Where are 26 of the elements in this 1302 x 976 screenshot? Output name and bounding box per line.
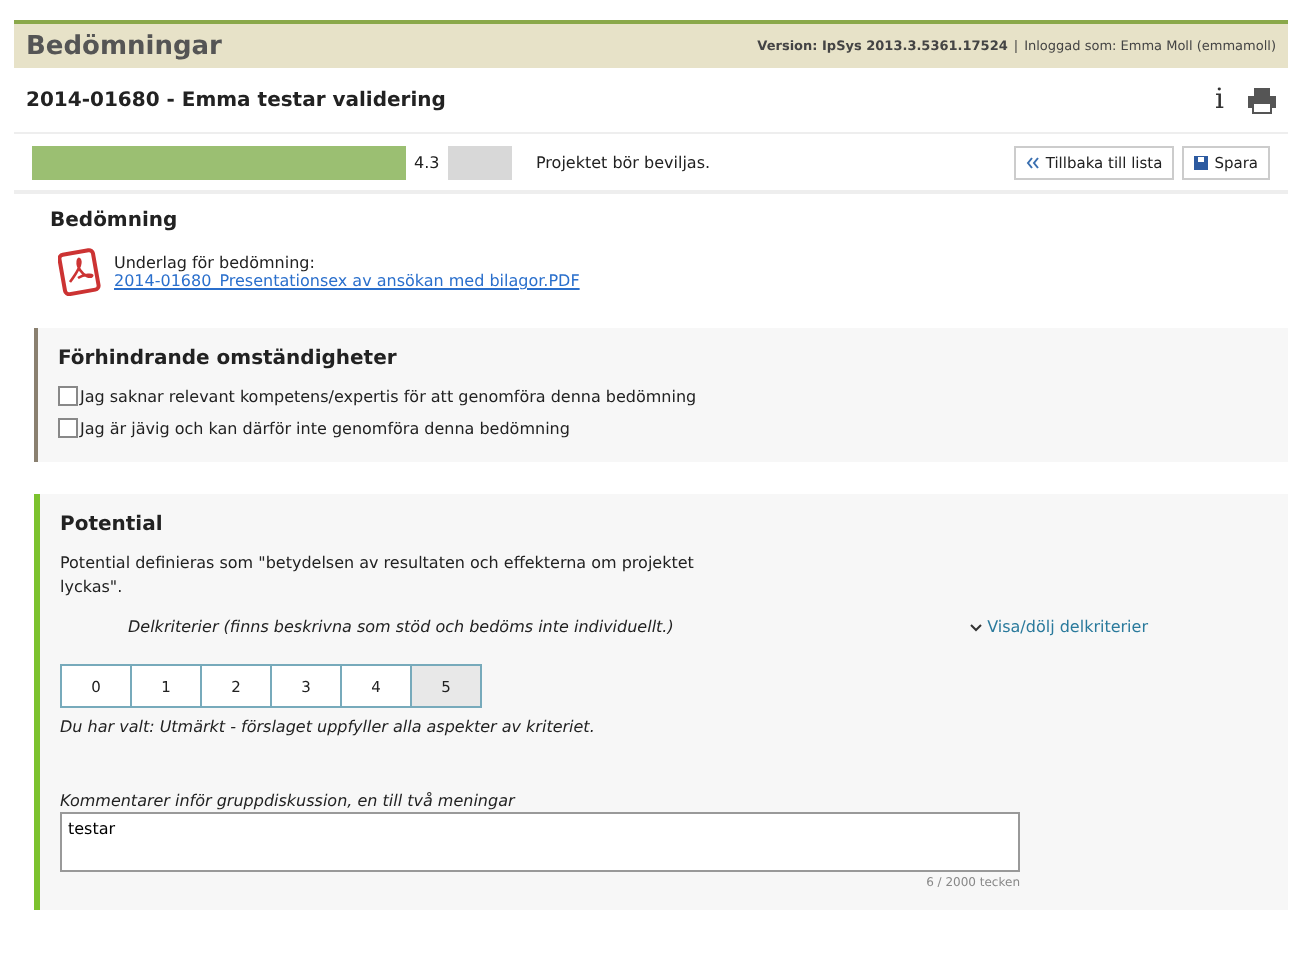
checkbox[interactable] xyxy=(58,386,78,406)
subcriteria-text: Delkriterier (finns beskrivna som stöd och bedöms inte individuellt.) xyxy=(128,618,674,637)
section-title: Bedömning xyxy=(50,210,180,232)
chosen-text: Du har valt: Utmärkt - förslaget uppfyller alla aspekter av kriteriet. xyxy=(60,718,597,737)
page-title: Bedömningar xyxy=(26,31,222,61)
save-icon xyxy=(1194,155,1209,169)
checkbox-label: Jag är jävig och kan därför inte genomföra denna bedömning xyxy=(80,419,570,437)
basis-label: Underlag för bedömning: xyxy=(114,254,317,272)
comment-label: Kommentarer inför gruppdiskussion, en till två meningar xyxy=(60,792,518,811)
checkbox-label: Jag saknar relevant kompetens/expertis för att genomföra denna bedömning xyxy=(80,387,697,405)
double-chevron-icon xyxy=(1025,155,1040,169)
print-icon[interactable] xyxy=(1248,87,1276,113)
description-text: Potential definieras som "betydelsen av resultaten och effekterna om projektet lyckas". xyxy=(60,552,696,599)
pdf-icon xyxy=(58,248,102,296)
comment-field[interactable]: testar xyxy=(60,812,1020,873)
info-button[interactable]: i xyxy=(1215,84,1224,116)
toggle-link[interactable]: Visa/dölj delkriterier xyxy=(969,618,1148,637)
file-link[interactable]: 2014-01680_Presentationsex av ansökan med bilagor.PDF xyxy=(114,272,580,290)
checkbox[interactable] xyxy=(58,418,78,438)
chevron-down-icon xyxy=(969,623,982,632)
section-title: Förhindrande omständigheter xyxy=(58,348,399,370)
section-title: Potential xyxy=(60,514,165,536)
recommendation-text: Projektet bör beviljas. xyxy=(536,153,713,171)
project-title: 2014-01680 - Emma testar validering xyxy=(26,89,446,111)
score-value: 4.3 xyxy=(412,153,442,171)
score-remainder xyxy=(447,145,512,179)
